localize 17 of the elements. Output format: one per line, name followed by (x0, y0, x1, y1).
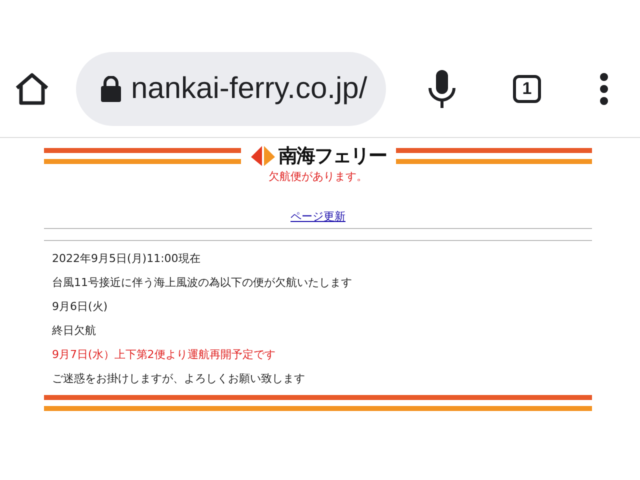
notice-text: 終日欠航 (52, 323, 97, 339)
notice-text: 9月6日(火) (52, 299, 109, 315)
notice-text: ご迷惑をお掛けしますが、よろしくお願い致します (52, 371, 306, 387)
address-bar[interactable]: nankai-ferry.co.jp/ (76, 52, 386, 126)
logo-icon (250, 146, 274, 166)
tab-count-button[interactable]: 1 (513, 74, 541, 102)
cancellation-notice: 欠航便があります。 (268, 170, 368, 183)
resumption-notice: 9月7日(水）上下第2便より運航再開予定です (52, 347, 276, 363)
menu-icon[interactable] (600, 72, 608, 104)
home-icon[interactable] (14, 72, 50, 106)
logo-text: 南海フェリー (278, 144, 386, 169)
lock-icon (101, 76, 121, 102)
url-text: nankai-ferry.co.jp/ (131, 72, 368, 106)
notice-text: 2022年9月5日(月)11:00現在 (52, 251, 202, 267)
refresh-link[interactable]: ページ更新 (290, 210, 346, 223)
notice-text: 台風11号接近に伴う海上風波の為以下の便が欠航いたします (52, 275, 353, 291)
microphone-icon[interactable] (428, 70, 456, 108)
